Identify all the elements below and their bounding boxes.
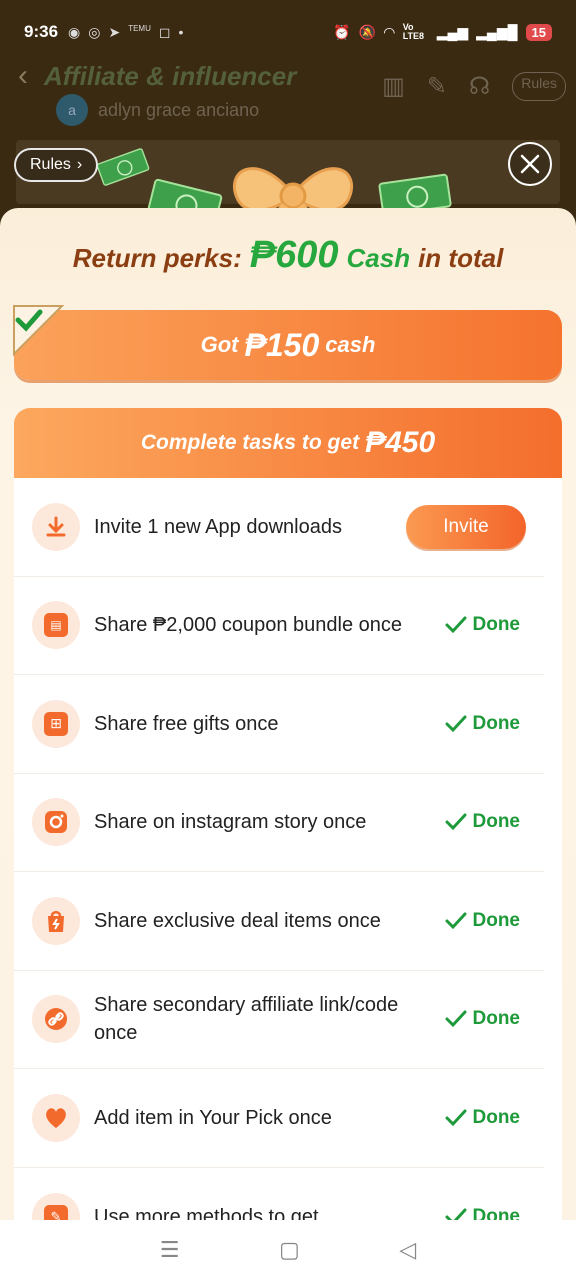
done-label: Done [472, 909, 521, 931]
tasks-amount: ₱450 [365, 426, 436, 459]
check-icon [445, 1109, 466, 1126]
link-icon [32, 995, 80, 1044]
task-text: Share ₱2,000 coupon bundle once [94, 614, 403, 637]
background-title: Affiliate & influencer [44, 60, 297, 91]
home-icon[interactable]: ▢ [279, 1237, 300, 1263]
back-arrow-icon: ‹ [18, 59, 28, 92]
task-row: ⊞ Share free gifts once Done [14, 675, 544, 774]
check-badge-icon [13, 305, 65, 357]
shopping-bag-icon [32, 896, 80, 945]
check-icon [445, 912, 466, 929]
task-row: Share exclusive deal items once Done [14, 872, 544, 971]
messenger-icon: ◎ [88, 23, 101, 40]
task-text: Add item in Your Pick once [94, 1106, 332, 1129]
task-row: ✎ Use more methods to get Done [14, 1168, 544, 1220]
check-icon [445, 813, 466, 831]
system-nav-bar: ☰ ▢ ◁ [0, 1220, 576, 1280]
task-text: Invite 1 new App downloads [94, 515, 342, 538]
background-user: a adlyn grace anciano [56, 94, 259, 126]
task-text: Share exclusive deal items once [94, 909, 381, 932]
check-icon [445, 715, 466, 732]
edit-icon: ✎ [426, 73, 447, 100]
close-icon [520, 154, 540, 174]
status-bar: 9:36 ◉ ◎ ➤ TEMU ◻ • ⏰ 🔕 ◠ Vo LTE8 ▂▄▆ ▂▄… [0, 0, 576, 64]
chart-icon: ▥ [382, 73, 405, 100]
background-rules: Rules [512, 72, 566, 101]
done-status: Done [445, 909, 521, 932]
done-label: Done [472, 1205, 521, 1220]
perks-prefix: Return perks: [72, 243, 242, 273]
chevron-right-icon: › [76, 156, 83, 173]
done-label: Done [472, 1106, 521, 1128]
instagram-icon: ◻ [158, 23, 171, 40]
got-prefix: Got [200, 332, 239, 357]
done-label: Done [472, 811, 521, 833]
perks-suffix: in total [418, 243, 504, 273]
headset-icon: ☊ [468, 73, 491, 100]
perks-title: Return perks: ₱600 Cash in total [0, 234, 576, 277]
clock: 9:36 [24, 22, 59, 41]
rules-label: Rules [30, 156, 71, 173]
username: adlyn grace anciano [98, 99, 260, 120]
network-label: Vo LTE8 [402, 22, 425, 41]
done-status: Done [445, 614, 521, 636]
tasks-header: Complete tasks to get ₱450 [14, 408, 562, 478]
done-status: Done [445, 712, 521, 735]
check-icon [445, 616, 466, 634]
task-text: Share on instagram story once [94, 811, 367, 834]
discord-icon: ◉ [68, 23, 81, 40]
dot-icon: • [178, 23, 184, 40]
done-status: Done [445, 1205, 521, 1220]
task-row: Invite 1 new App downloads Invite [14, 478, 544, 577]
task-row: Share secondary affiliate link/code once… [14, 971, 544, 1069]
got-cash-bar: Got ₱150 cash [14, 310, 562, 380]
close-button[interactable] [508, 142, 552, 186]
invite-button[interactable]: Invite [406, 504, 526, 549]
edit-icon: ✎ [32, 1192, 80, 1220]
mute-icon: 🔕 [358, 23, 376, 40]
perks-cash: Cash [346, 243, 411, 273]
battery-indicator: 15 [525, 23, 552, 41]
check-icon [445, 1010, 466, 1028]
task-row: Add item in Your Pick once Done [14, 1069, 544, 1168]
temu-icon: TEMU [128, 23, 151, 33]
task-row: Share on instagram story once Done [14, 774, 544, 872]
done-status: Done [445, 1106, 521, 1129]
background-icons: ▥ ✎ ☊ Rules [382, 72, 566, 101]
signal-icon-2: ▂▄▆█ [476, 23, 518, 40]
done-label: Done [472, 614, 521, 636]
signal-icon: ▂▄▆ [436, 23, 469, 40]
check-icon [445, 1208, 466, 1220]
got-suffix: cash [325, 332, 376, 357]
back-icon[interactable]: ◁ [399, 1237, 416, 1263]
task-text: Share free gifts once [94, 712, 279, 735]
done-status: Done [445, 811, 521, 833]
instagram-icon [32, 798, 80, 847]
task-text: Use more methods to get [94, 1205, 319, 1220]
perks-amount: ₱600 [249, 234, 339, 276]
got-amount: ₱150 [244, 326, 320, 363]
tasks-card: Complete tasks to get ₱450 Invite 1 new … [14, 408, 562, 1220]
coupon-icon: ▤ [32, 601, 80, 650]
perks-modal: Return perks: ₱600 Cash in total Got ₱15… [0, 208, 576, 1220]
tasks-prefix: Complete tasks to get [140, 431, 360, 454]
task-row: ▤ Share ₱2,000 coupon bundle once Done [14, 577, 544, 675]
task-text: Share secondary affiliate link/code once [94, 994, 399, 1045]
alarm-icon: ⏰ [333, 23, 351, 40]
heart-icon [32, 1093, 80, 1142]
done-label: Done [472, 1008, 521, 1030]
download-icon [32, 502, 80, 551]
done-status: Done [445, 1008, 521, 1030]
done-label: Done [472, 712, 521, 734]
telegram-icon: ➤ [108, 23, 121, 40]
avatar: a [56, 94, 88, 126]
rules-button[interactable]: Rules › [14, 148, 99, 182]
menu-icon[interactable]: ☰ [160, 1237, 180, 1263]
gift-icon: ⊞ [32, 699, 80, 748]
wifi-icon: ◠ [383, 23, 395, 40]
